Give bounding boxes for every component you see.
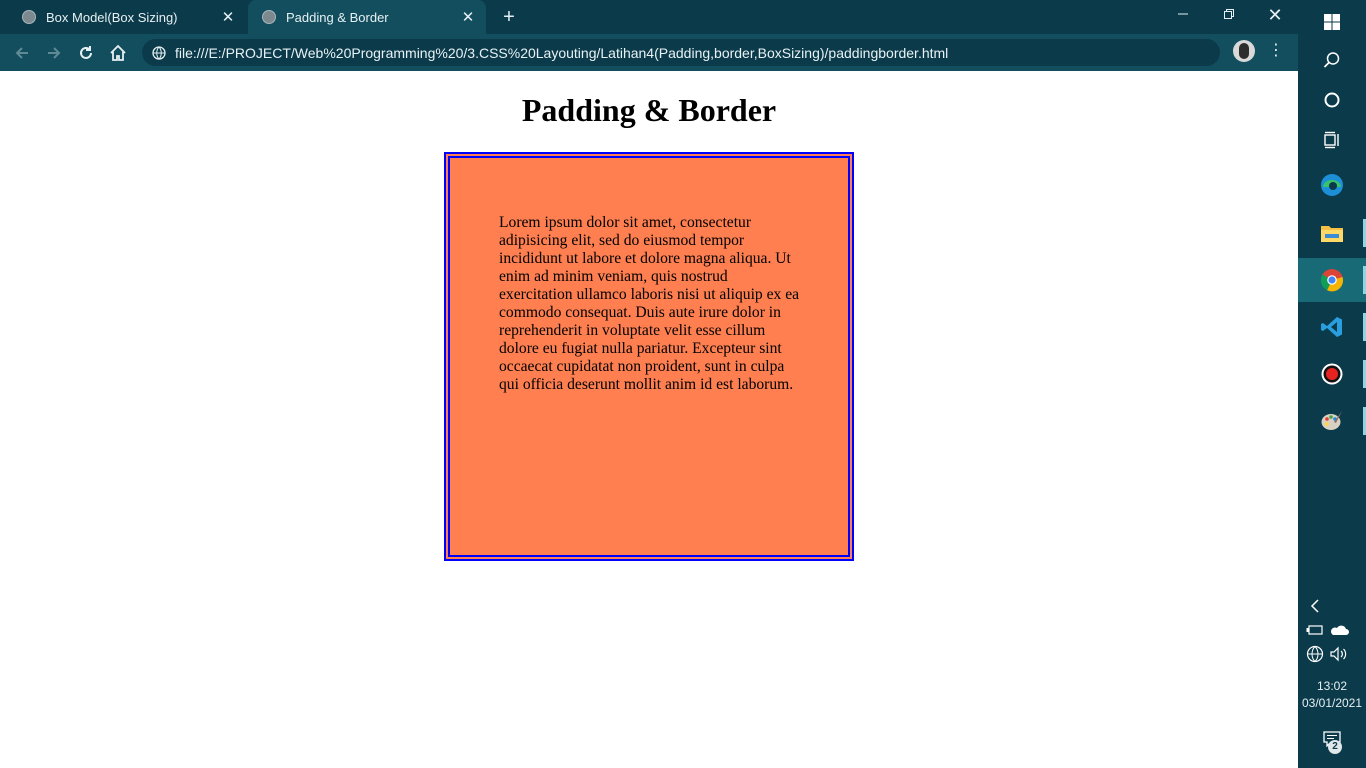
new-tab-button[interactable]: + [498, 6, 520, 28]
profile-avatar[interactable] [1233, 40, 1255, 62]
volume-tray[interactable] [1329, 645, 1349, 663]
cortana-button[interactable] [1298, 78, 1366, 122]
notification-count-badge: 2 [1328, 740, 1342, 754]
cloud-icon [1330, 625, 1349, 635]
arrow-right-icon [48, 47, 61, 59]
tab-padding-border[interactable]: Padding & Border ✕ [248, 0, 486, 34]
windows-logo-icon [1324, 14, 1340, 30]
close-tab-icon[interactable]: ✕ [216, 8, 240, 26]
taskbar-date[interactable]: 03/01/2021 [1298, 696, 1366, 710]
back-button[interactable] [8, 39, 36, 67]
reload-icon [80, 46, 92, 59]
tab-strip: Box Model(Box Sizing) ✕ Padding & Border… [0, 0, 1298, 34]
restore-button[interactable] [1206, 0, 1252, 30]
globe-icon [152, 45, 166, 60]
taskbar-paint[interactable] [1298, 399, 1366, 443]
task-view-icon [1324, 131, 1339, 149]
url-text[interactable]: file:///E:/PROJECT/Web%20Programming%20/… [175, 45, 948, 61]
folder-icon [1321, 226, 1343, 242]
task-view-button[interactable] [1298, 118, 1366, 162]
tab-box-model[interactable]: Box Model(Box Sizing) ✕ [8, 0, 246, 34]
network-tray[interactable] [1305, 645, 1325, 663]
show-hidden-icons[interactable] [1305, 597, 1325, 615]
reload-button[interactable] [72, 39, 100, 67]
avatar-figure [1239, 43, 1249, 59]
taskbar-chrome[interactable] [1298, 258, 1366, 302]
paint-palette-icon [1321, 411, 1342, 430]
onedrive-tray[interactable] [1329, 621, 1349, 639]
cortana-icon [1324, 92, 1340, 108]
chrome-icon [1320, 269, 1344, 292]
tab-title: Box Model(Box Sizing) [46, 9, 178, 25]
browser-window: Box Model(Box Sizing) ✕ Padding & Border… [0, 0, 1298, 768]
taskbar-edge[interactable] [1298, 163, 1366, 207]
forward-button[interactable] [40, 39, 68, 67]
record-icon [1321, 363, 1343, 385]
minimize-icon [1178, 13, 1188, 15]
minimize-button[interactable] [1160, 0, 1206, 30]
close-tab-icon[interactable]: ✕ [456, 8, 480, 26]
taskbar-screen-recorder[interactable] [1298, 352, 1366, 396]
restore-icon [1224, 9, 1234, 19]
close-window-button[interactable]: ✕ [1252, 0, 1298, 30]
taskbar-file-explorer[interactable] [1298, 211, 1366, 255]
search-icon [1323, 52, 1340, 68]
tab-title: Padding & Border [286, 9, 389, 25]
globe-icon [1306, 645, 1324, 663]
taskbar-vscode[interactable] [1298, 305, 1366, 349]
globe-icon [262, 10, 276, 24]
search-button[interactable] [1298, 38, 1366, 82]
page-viewport: Padding & Border Lorem ipsum dolor sit a… [0, 71, 1298, 768]
page-title: Padding & Border [521, 92, 777, 128]
arrow-left-icon [15, 47, 28, 59]
speaker-icon [1330, 646, 1347, 662]
taskbar-time[interactable]: 13:02 [1298, 679, 1366, 693]
address-bar[interactable]: file:///E:/PROJECT/Web%20Programming%20/… [142, 39, 1220, 66]
home-icon [110, 44, 126, 61]
home-button[interactable] [104, 39, 132, 67]
padding-border-box: Lorem ipsum dolor sit amet, consectetur … [444, 152, 854, 561]
browser-menu-button[interactable]: ⋮ [1266, 40, 1286, 64]
battery-icon [1306, 625, 1323, 635]
globe-icon [22, 10, 36, 24]
vscode-icon [1321, 317, 1342, 337]
windows-taskbar: 13:02 03/01/2021 [1298, 0, 1366, 768]
lorem-paragraph: Lorem ipsum dolor sit amet, consectetur … [499, 214, 800, 393]
chevron-left-icon [1310, 599, 1319, 613]
edge-icon [1321, 174, 1343, 196]
browser-toolbar: file:///E:/PROJECT/Web%20Programming%20/… [0, 34, 1298, 71]
battery-tray[interactable] [1305, 621, 1325, 639]
